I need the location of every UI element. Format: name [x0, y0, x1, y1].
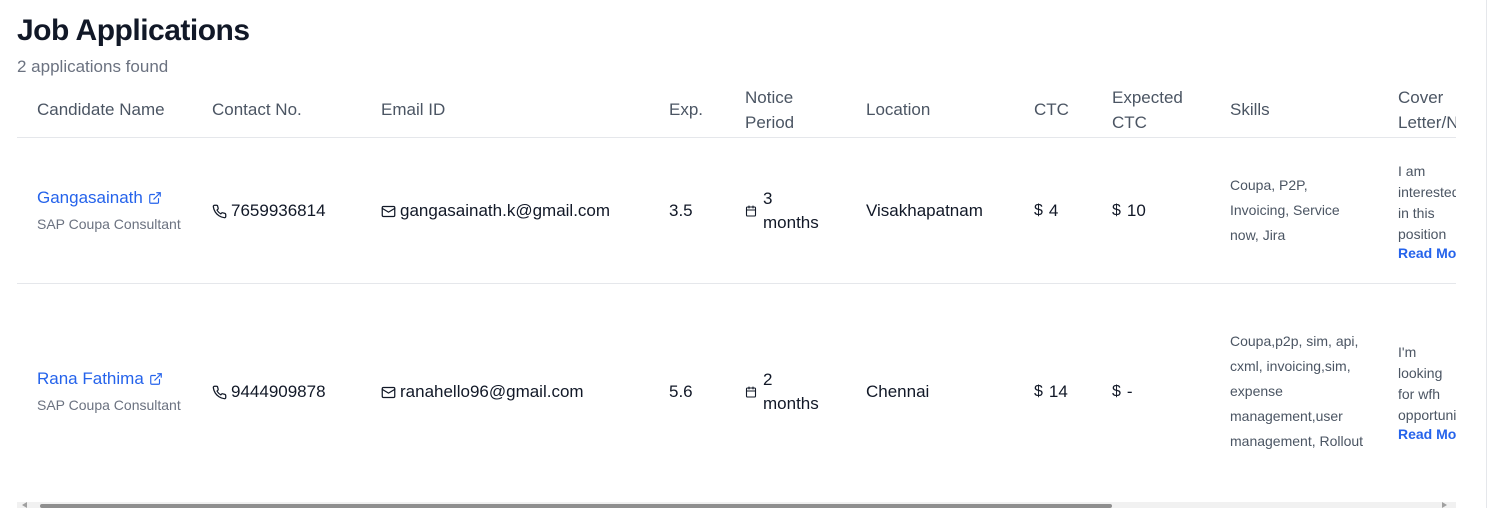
skills-text: Coupa, P2P, Invoicing, Service now, Jira [1230, 177, 1340, 243]
external-link-icon [149, 191, 161, 204]
cover-cell: I'm looking for wfh opportunity and it l… [1378, 284, 1456, 500]
notice-cell: 2 months [725, 284, 846, 500]
contact-cell: 9444909878 [192, 284, 361, 500]
ctc-cell: $4 [1014, 137, 1092, 284]
header-exp: Exp. [649, 82, 725, 138]
page-title: Job Applications [17, 14, 250, 47]
contact-number: 9444909878 [231, 381, 326, 401]
table-row: Gangasainath SAP Coupa Consultant 765993… [17, 137, 1456, 284]
header-location: Location [846, 82, 1014, 138]
contact-cell: 7659936814 [192, 137, 361, 284]
cover-letter-text: I am interested in this position and my … [1398, 162, 1456, 242]
read-more-link[interactable]: Read More [1398, 245, 1456, 261]
right-divider [1486, 0, 1487, 508]
candidate-role: SAP Coupa Consultant [37, 215, 181, 232]
candidate-name-link[interactable]: Gangasainath [37, 188, 162, 208]
cover-letter-text: I'm looking for wfh opportunity and it l… [1398, 343, 1456, 423]
exp-cell: 3.5 [649, 137, 725, 284]
ctc-cell: $14 [1014, 284, 1092, 500]
mail-icon [381, 205, 396, 217]
candidate-role: SAP Coupa Consultant [37, 396, 181, 413]
dollar-icon: $ [1034, 202, 1043, 219]
applications-table: Candidate Name Contact No. Email ID Exp.… [17, 82, 1456, 499]
header-email: Email ID [361, 82, 649, 138]
applications-table-container[interactable]: Candidate Name Contact No. Email ID Exp.… [17, 82, 1456, 502]
header-expected-ctc: Expected CTC [1092, 82, 1210, 138]
external-link-icon [149, 372, 162, 385]
dollar-icon: $ [1112, 383, 1121, 400]
scroll-left-arrow-icon[interactable] [22, 502, 27, 508]
skills-cell: Coupa, P2P, Invoicing, Service now, Jira [1210, 137, 1378, 284]
header-ctc: CTC [1014, 82, 1092, 138]
candidate-cell: Gangasainath SAP Coupa Consultant [17, 137, 192, 284]
dollar-icon: $ [1112, 202, 1121, 219]
scrollbar-thumb[interactable] [40, 504, 1112, 508]
contact-number: 7659936814 [231, 200, 326, 220]
candidate-cell: Rana Fathima SAP Coupa Consultant [17, 284, 192, 500]
ctc-value: 4 [1048, 201, 1059, 220]
scroll-right-arrow-icon[interactable] [1442, 502, 1447, 508]
email-cell: gangasainath.k@gmail.com [361, 137, 649, 284]
cover-cell: I am interested in this position and my … [1378, 137, 1456, 284]
mail-icon [381, 386, 396, 398]
applications-count: 2 applications found [17, 57, 169, 76]
calendar-icon [745, 204, 757, 217]
phone-icon [212, 385, 227, 399]
expected-ctc-cell: $ - [1092, 284, 1210, 500]
table-header-row: Candidate Name Contact No. Email ID Exp.… [17, 82, 1456, 138]
email-cell: ranahello96@gmail.com [361, 284, 649, 500]
header-candidate-name: Candidate Name [17, 82, 192, 138]
email-address: ranahello96@gmail.com [400, 381, 584, 401]
notice-period: 3 months [763, 188, 819, 232]
skills-text: Coupa,p2p, sim, api, cxml, invoicing,sim… [1230, 333, 1364, 449]
header-cover-letter: Cover Letter/Note [1378, 82, 1456, 138]
expected-ctc-cell: $10 [1092, 137, 1210, 284]
table-row: Rana Fathima SAP Coupa Consultant 944490… [17, 284, 1456, 500]
ctc-value: 14 [1048, 382, 1068, 401]
notice-period: 2 months [763, 369, 819, 413]
email-address: gangasainath.k@gmail.com [400, 200, 611, 220]
expected-ctc-value: 10 [1126, 201, 1146, 220]
location-cell: Chennai [866, 381, 930, 401]
header-notice-period: Notice Period [725, 82, 846, 138]
read-more-link[interactable]: Read More [1398, 426, 1456, 442]
exp-cell: 5.6 [669, 381, 693, 401]
notice-cell: 3 months [725, 137, 846, 284]
calendar-icon [745, 385, 757, 398]
location-cell: Visakhapatnam [846, 137, 1014, 284]
phone-icon [212, 204, 227, 218]
candidate-name-link[interactable]: Rana Fathima [37, 369, 163, 389]
dollar-icon: $ [1034, 383, 1043, 400]
skills-cell: Coupa,p2p, sim, api, cxml, invoicing,sim… [1210, 284, 1378, 500]
header-skills: Skills [1210, 82, 1378, 138]
candidate-name: Gangasainath [37, 187, 143, 207]
expected-ctc-value: - [1126, 382, 1133, 401]
header-contact: Contact No. [192, 82, 361, 138]
candidate-name: Rana Fathima [37, 368, 144, 388]
